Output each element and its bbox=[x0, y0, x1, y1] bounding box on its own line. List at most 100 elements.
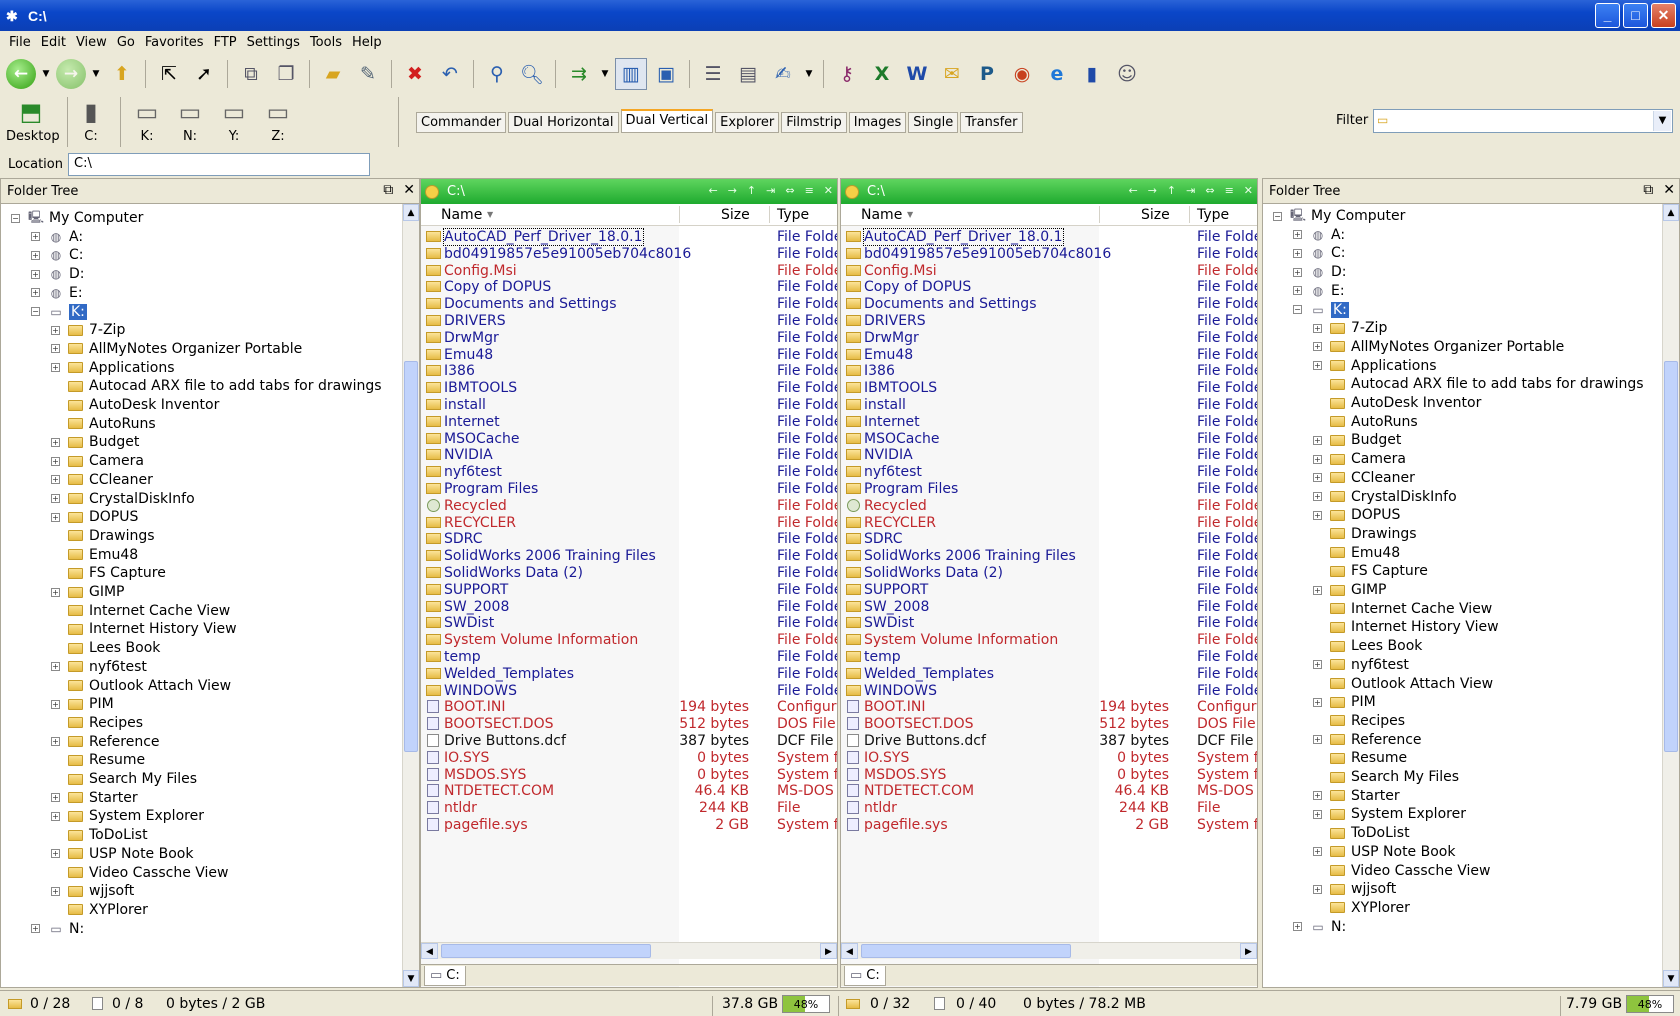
tree-node-folder[interactable]: Internet History View bbox=[51, 619, 237, 639]
tree-node-folder[interactable]: Drawings bbox=[51, 526, 155, 546]
expand-toggle-icon[interactable]: + bbox=[1313, 791, 1322, 801]
expand-toggle-icon[interactable]: + bbox=[1313, 847, 1322, 857]
tree-node-folder[interactable]: Autocad ARX file to add tabs for drawing… bbox=[1313, 374, 1644, 394]
menu-edit[interactable]: Edit bbox=[36, 31, 71, 55]
scroll-right-icon[interactable]: ▶ bbox=[820, 943, 837, 959]
file-row[interactable]: IBMTOOLS File Folde bbox=[841, 379, 1257, 397]
file-row[interactable]: SWDist File Folde bbox=[841, 614, 1257, 632]
scroll-down-icon[interactable]: ▼ bbox=[403, 970, 419, 987]
file-row[interactable]: SolidWorks Data (2) File Folde bbox=[841, 564, 1257, 582]
tree-node-folder[interactable]: + AllMyNotes Organizer Portable bbox=[51, 339, 302, 359]
tree-node-folder[interactable]: + Reference bbox=[51, 732, 160, 752]
details-view-icon[interactable]: ☰ bbox=[697, 58, 729, 90]
minimize-button[interactable]: _ bbox=[1595, 3, 1620, 28]
expand-toggle-icon[interactable]: + bbox=[51, 437, 60, 447]
file-row[interactable]: SolidWorks Data (2) File Folde bbox=[421, 564, 837, 582]
up-folder-icon[interactable]: ⬆ bbox=[106, 58, 138, 90]
powerpoint-icon[interactable]: ◉ bbox=[1006, 58, 1038, 90]
up-icon[interactable]: ↑ bbox=[747, 184, 756, 197]
file-row[interactable]: AutoCAD_Perf_Driver_18.0.1 File Folde bbox=[421, 228, 837, 246]
file-row[interactable]: DrwMgr File Folde bbox=[421, 329, 837, 347]
horizontal-scrollbar[interactable]: ◀ ▶ bbox=[421, 942, 837, 959]
drive-c[interactable]: ▮ C: bbox=[66, 95, 116, 144]
tree-node-folder[interactable]: + CrystalDiskInfo bbox=[1313, 487, 1457, 507]
excel-icon[interactable]: X bbox=[866, 58, 898, 90]
tree-node-folder[interactable]: + USP Note Book bbox=[1313, 842, 1455, 862]
drive-y[interactable]: ▭ Y: bbox=[209, 95, 259, 144]
tree-node-folder[interactable]: + CrystalDiskInfo bbox=[51, 489, 195, 509]
expand-toggle-icon[interactable]: + bbox=[31, 924, 40, 934]
tree-node-folder[interactable]: Lees Book bbox=[51, 638, 160, 658]
tree-node-folder[interactable]: +7-Zip bbox=[1313, 318, 1387, 338]
tree-node-drive[interactable]: + ◍ D: bbox=[1293, 262, 1347, 282]
close-icon[interactable]: ✕ bbox=[1244, 184, 1253, 197]
menu-tools[interactable]: Tools bbox=[305, 31, 347, 55]
file-row[interactable]: SW_2008 File Folde bbox=[421, 598, 837, 616]
file-row[interactable]: Program Files File Folde bbox=[421, 480, 837, 498]
tree-node-folder[interactable]: + GIMP bbox=[51, 582, 125, 602]
file-row[interactable]: temp File Folde bbox=[841, 648, 1257, 666]
preview-pane-icon[interactable]: ▣ bbox=[650, 58, 682, 90]
sync-icon[interactable]: ⇥ bbox=[766, 184, 775, 197]
expand-toggle-icon[interactable]: + bbox=[51, 587, 60, 597]
dual-pane-icon[interactable]: ▥ bbox=[615, 58, 647, 90]
file-row[interactable]: Recycled File Folde bbox=[421, 497, 837, 515]
file-row[interactable]: SolidWorks 2006 Training Files File Folde bbox=[421, 547, 837, 565]
back-dropdown-icon[interactable]: ▼ bbox=[39, 58, 53, 90]
tree-node-folder[interactable]: Drawings bbox=[1313, 524, 1417, 544]
tree-node-folder[interactable]: FS Capture bbox=[51, 563, 166, 583]
edit-icon[interactable]: ✍ bbox=[767, 58, 799, 90]
expand-toggle-icon[interactable]: + bbox=[51, 512, 60, 522]
file-row[interactable]: SUPPORT File Folde bbox=[841, 581, 1257, 599]
tab-dual-vertical[interactable]: Dual Vertical bbox=[620, 109, 714, 133]
expand-toggle-icon[interactable]: − bbox=[1273, 211, 1282, 221]
expand-toggle-icon[interactable]: + bbox=[1313, 809, 1322, 819]
paste-icon[interactable]: ❐ bbox=[270, 58, 302, 90]
rename-icon[interactable]: ✎ bbox=[352, 58, 384, 90]
undo-icon[interactable]: ↶ bbox=[434, 58, 466, 90]
column-separator[interactable] bbox=[1189, 206, 1190, 223]
tree-node-folder[interactable]: + Budget bbox=[51, 432, 139, 452]
tree-node-folder[interactable]: + nyf6test bbox=[51, 657, 147, 677]
file-row[interactable]: Documents and Settings File Folde bbox=[841, 295, 1257, 313]
close-icon[interactable]: ✕ bbox=[824, 184, 833, 197]
pane-tab-c[interactable]: ▭ C: bbox=[844, 966, 886, 986]
scroll-right-icon[interactable]: ▶ bbox=[1240, 943, 1257, 959]
tree-node-folder[interactable]: + DOPUS bbox=[51, 507, 138, 527]
expand-toggle-icon[interactable]: + bbox=[1313, 660, 1322, 670]
tree-node-folder[interactable]: + Starter bbox=[51, 788, 138, 808]
swap-icon[interactable]: ⇔ bbox=[1205, 184, 1214, 197]
file-row[interactable]: Config.Msi File Folde bbox=[841, 262, 1257, 280]
tab-single[interactable]: Single bbox=[908, 112, 959, 133]
expand-toggle-icon[interactable]: + bbox=[1313, 697, 1322, 707]
tree-node-folder[interactable]: Resume bbox=[51, 750, 145, 770]
column-separator[interactable] bbox=[769, 206, 770, 223]
expand-toggle-icon[interactable]: + bbox=[1313, 473, 1322, 483]
sync-icon[interactable]: ⇥ bbox=[1186, 184, 1195, 197]
expand-toggle-icon[interactable]: + bbox=[51, 811, 60, 821]
tree-node-folder[interactable]: AutoDesk Inventor bbox=[51, 395, 219, 415]
expand-toggle-icon[interactable]: + bbox=[1313, 585, 1322, 595]
file-row[interactable]: System Volume Information File Folde bbox=[841, 631, 1257, 649]
tree-node-folder[interactable]: FS Capture bbox=[1313, 561, 1428, 581]
tree-node-folder[interactable]: Emu48 bbox=[1313, 543, 1400, 563]
location-input[interactable]: C:\ bbox=[68, 153, 370, 176]
file-row[interactable]: RECYCLER File Folde bbox=[421, 514, 837, 532]
tree-node-my-computer[interactable]: − 🖳︎ My Computer bbox=[11, 208, 143, 228]
tree-node-folder[interactable]: Outlook Attach View bbox=[1313, 674, 1493, 694]
expand-toggle-icon[interactable]: + bbox=[31, 288, 40, 298]
file-row[interactable]: NVIDIA File Folde bbox=[421, 446, 837, 464]
expand-toggle-icon[interactable]: + bbox=[1293, 230, 1302, 240]
file-row[interactable]: DrwMgr File Folde bbox=[841, 329, 1257, 347]
thumbnails-view-icon[interactable]: ▤ bbox=[732, 58, 764, 90]
tree-node-folder[interactable]: Internet Cache View bbox=[1313, 599, 1492, 619]
file-row[interactable]: BOOTSECT.DOS 512 bytes DOS File bbox=[841, 715, 1257, 733]
expand-toggle-icon[interactable]: + bbox=[1293, 286, 1302, 296]
file-row[interactable]: Documents and Settings File Folde bbox=[421, 295, 837, 313]
forward-icon[interactable]: → bbox=[1148, 184, 1157, 197]
file-row[interactable]: NTDETECT.COM 46.4 KB MS-DOS bbox=[841, 782, 1257, 800]
file-row[interactable]: RECYCLER File Folde bbox=[841, 514, 1257, 532]
file-row[interactable]: pagefile.sys 2 GB System f bbox=[841, 816, 1257, 834]
file-row[interactable]: SWDist File Folde bbox=[421, 614, 837, 632]
search-icon[interactable]: 🔍︎ bbox=[516, 58, 548, 90]
